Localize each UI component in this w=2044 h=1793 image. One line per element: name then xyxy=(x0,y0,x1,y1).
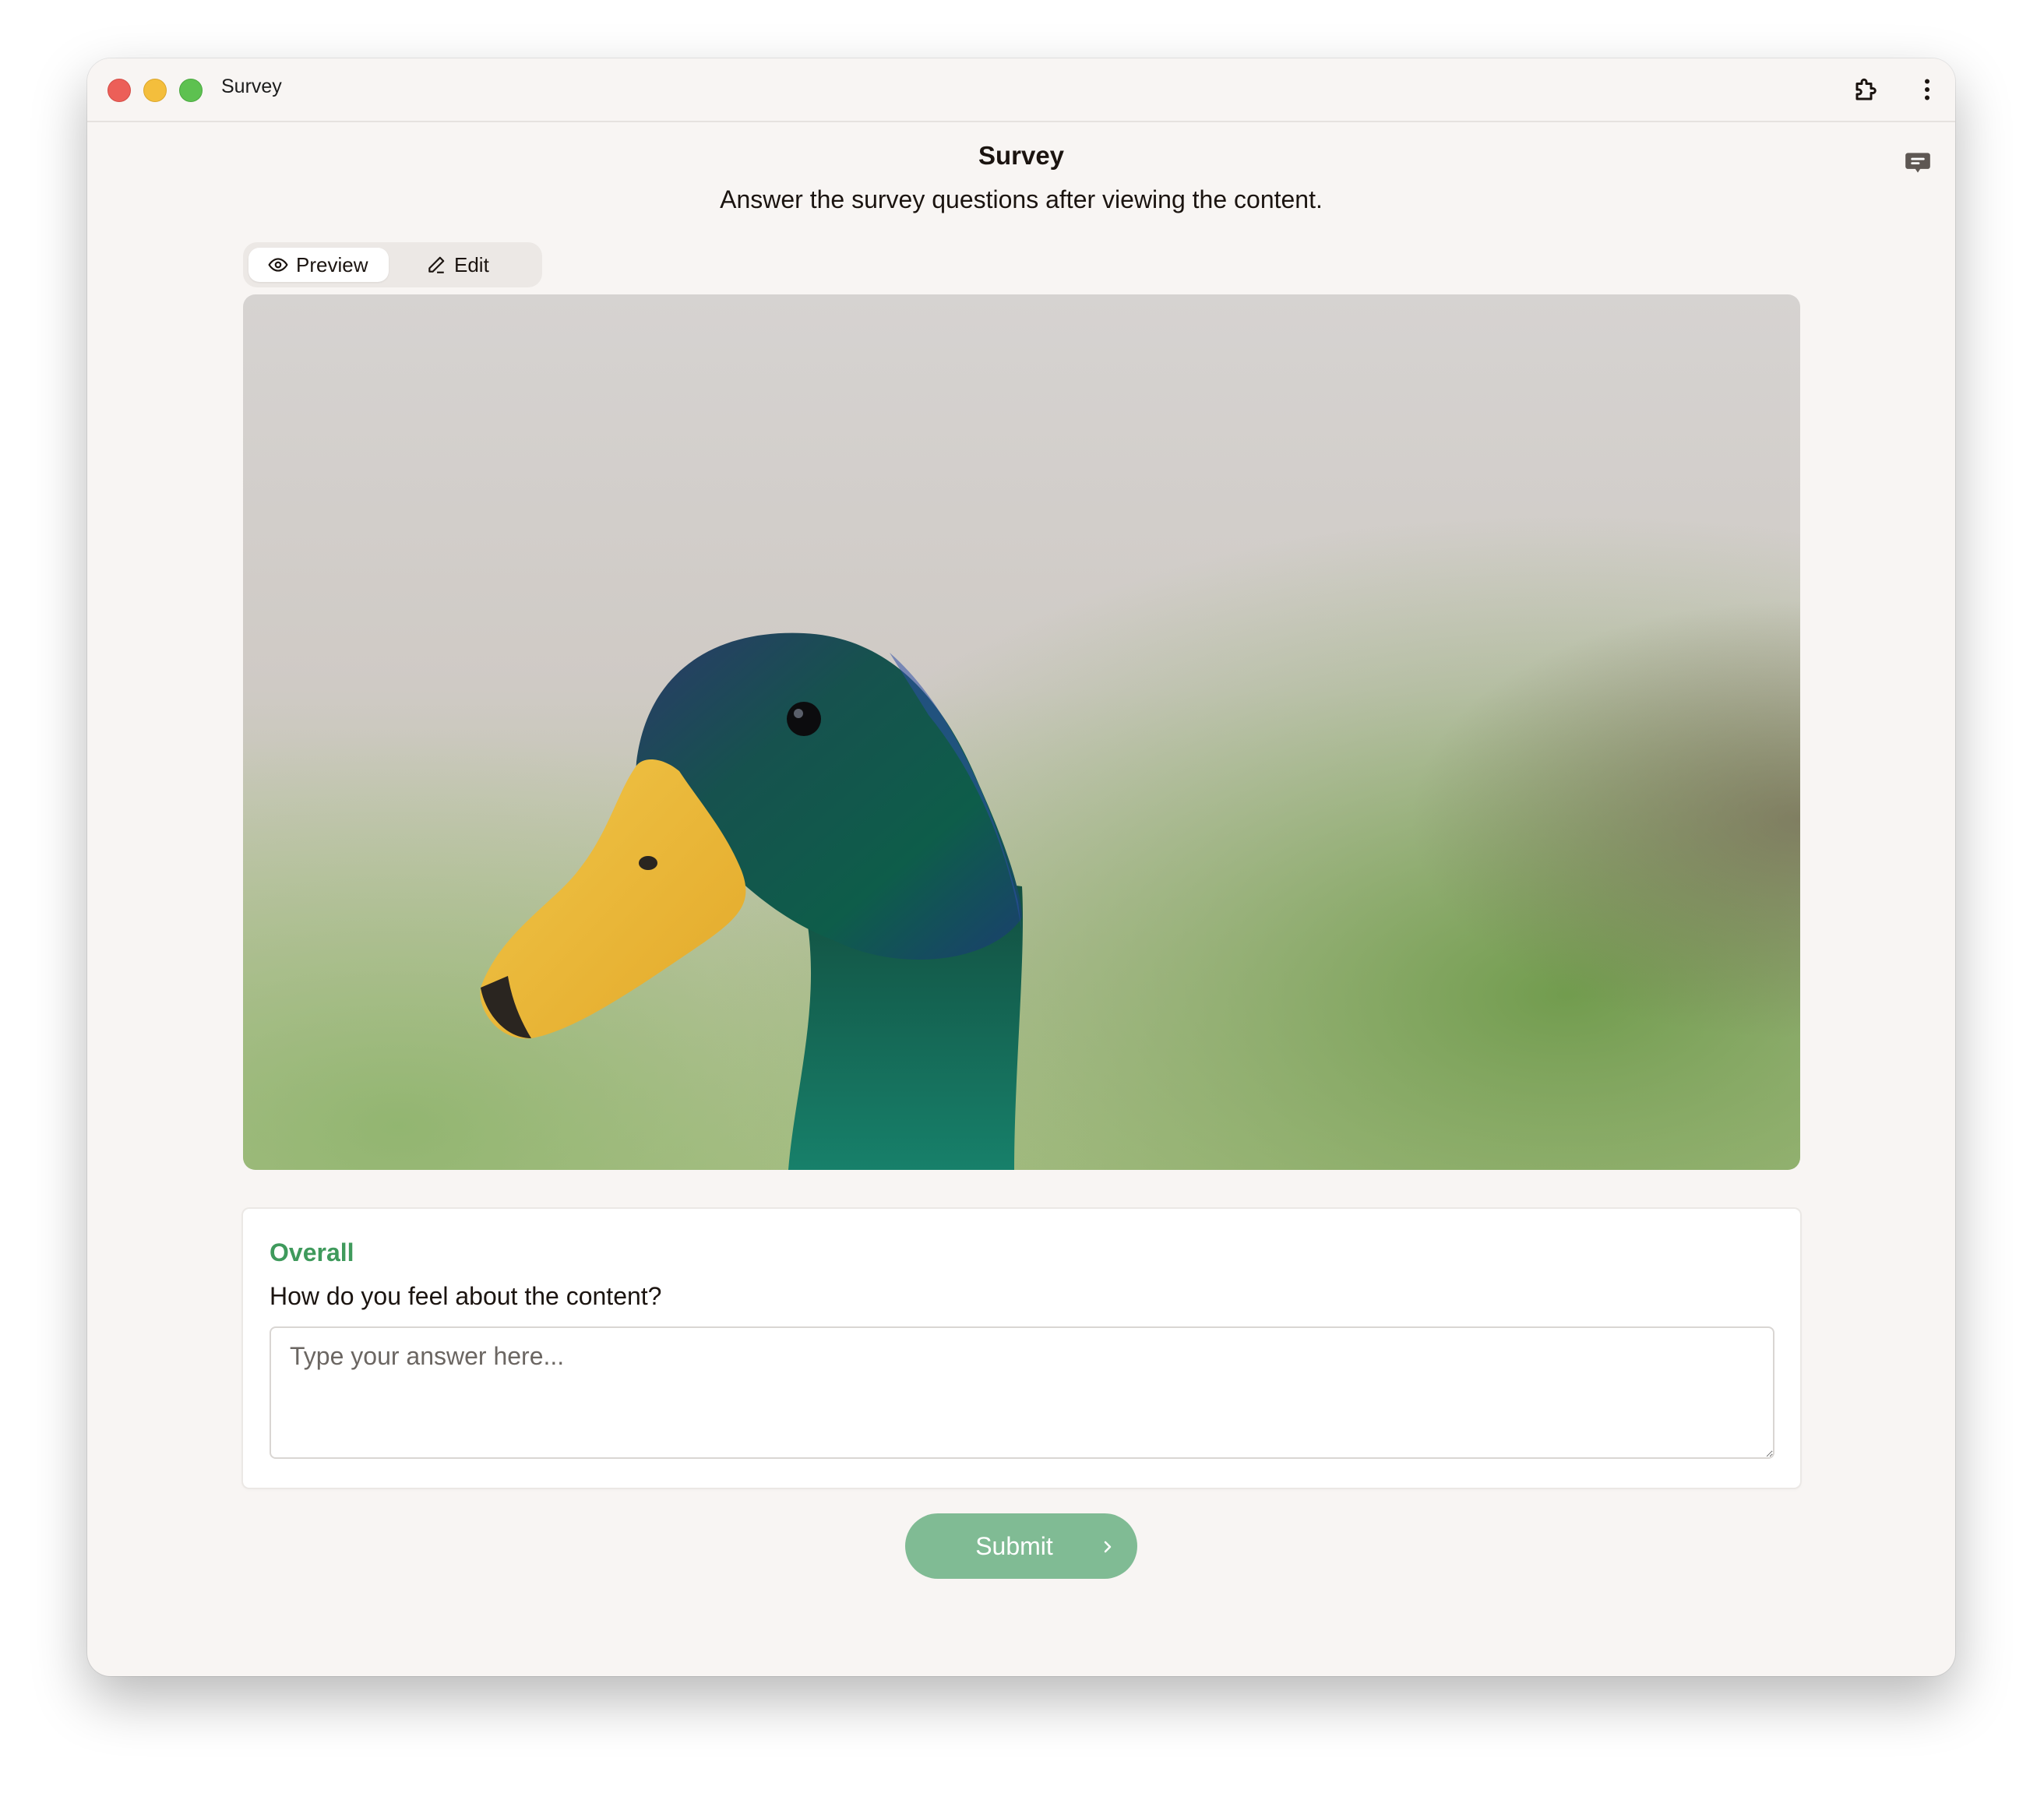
title-bar: Survey xyxy=(87,58,1955,122)
chevron-right-icon xyxy=(1098,1535,1117,1564)
more-vertical-icon[interactable] xyxy=(1910,72,1944,107)
question-prompt: How do you feel about the content? xyxy=(270,1282,662,1310)
content-image xyxy=(243,294,1800,1170)
maximize-window-button[interactable] xyxy=(179,79,203,102)
app-window: Survey Survey Answer the survey question… xyxy=(87,58,1955,1676)
eye-icon xyxy=(268,255,288,275)
edit-tab[interactable]: Edit xyxy=(426,248,535,282)
edit-tab-label: Edit xyxy=(454,252,489,277)
section-title: Overall xyxy=(270,1238,354,1266)
mode-toggle: Preview Edit xyxy=(243,242,542,287)
page-subtitle: Answer the survey questions after viewin… xyxy=(720,185,1323,213)
close-window-button[interactable] xyxy=(107,79,131,102)
puzzle-piece-icon[interactable] xyxy=(1849,72,1884,107)
page-title: Survey xyxy=(978,141,1065,170)
question-card: Overall How do you feel about the conten… xyxy=(243,1209,1800,1488)
submit-button-label: Submit xyxy=(975,1531,1053,1560)
preview-tab[interactable]: Preview xyxy=(248,248,389,282)
answer-textarea[interactable] xyxy=(270,1326,1774,1459)
window-title: Survey xyxy=(221,76,282,97)
minimize-window-button[interactable] xyxy=(143,79,167,102)
pencil-icon xyxy=(426,255,446,275)
submit-button[interactable]: Submit xyxy=(905,1513,1137,1579)
preview-tab-label: Preview xyxy=(296,252,368,277)
